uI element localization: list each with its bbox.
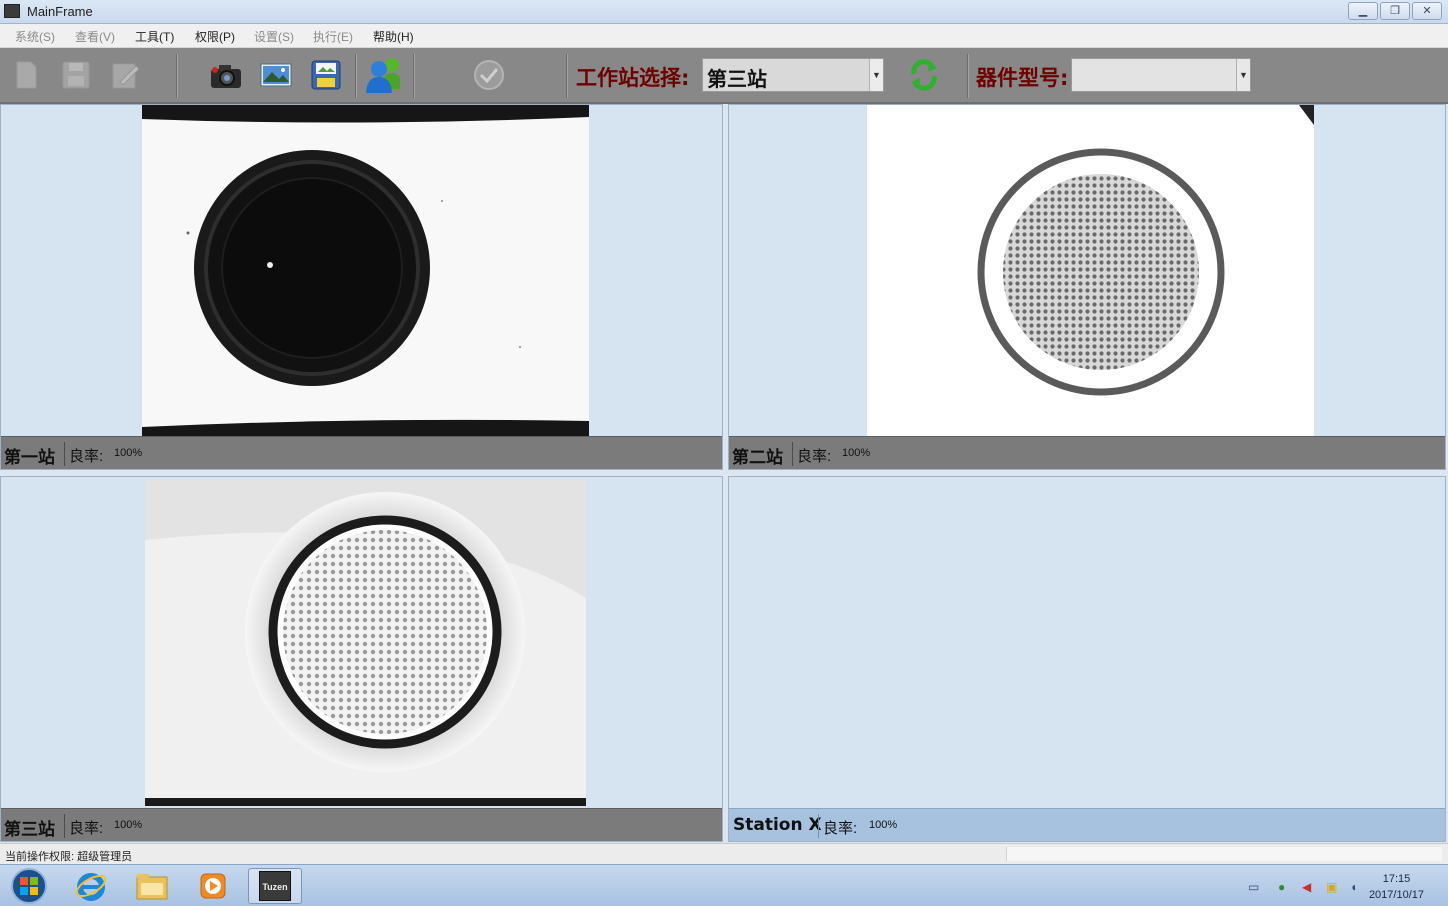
clock[interactable]: 17:15 2017/10/17 bbox=[1369, 871, 1424, 903]
station-panel-4: Station X 良率: 100% bbox=[728, 476, 1446, 842]
new-file-icon bbox=[16, 61, 37, 89]
toolbar: 工作站选择: 第三站 ▼ 器件型号: ▼ bbox=[0, 48, 1448, 104]
mesh-lens-image bbox=[867, 105, 1314, 436]
close-button[interactable]: ✕ bbox=[1412, 2, 1442, 20]
station-status-bar: 第二站 良率: 100% bbox=[729, 436, 1445, 469]
internet-explorer-icon bbox=[75, 873, 107, 901]
taskbar-file-explorer[interactable] bbox=[125, 868, 179, 904]
network-icon[interactable]: ▣ bbox=[1326, 880, 1340, 894]
keyboard-icon[interactable]: ▭ bbox=[1248, 880, 1262, 894]
users-button[interactable] bbox=[364, 58, 400, 93]
image-button[interactable] bbox=[258, 58, 294, 92]
clock-date: 2017/10/17 bbox=[1368, 889, 1424, 901]
menu-bar: 系统(S) 查看(V) 工具(T) 权限(P) 设置(S) 执行(E) 帮助(H… bbox=[0, 24, 1448, 48]
save-button[interactable] bbox=[58, 58, 94, 92]
security-shield-icon[interactable]: ● bbox=[1278, 880, 1292, 894]
speaker-alert-icon[interactable]: ◀ bbox=[1302, 880, 1316, 894]
permission-status: 当前操作权限: 超级管理员 bbox=[5, 851, 133, 863]
save-icon bbox=[62, 61, 90, 89]
station-select[interactable]: 第三站 ▼ bbox=[702, 58, 884, 92]
yield-label: 良率: bbox=[823, 820, 858, 837]
yield-value: 100% bbox=[114, 447, 143, 459]
media-player-icon bbox=[200, 873, 226, 899]
toolbar-separator bbox=[967, 54, 969, 98]
station-name: 第二站 bbox=[732, 448, 783, 468]
yield-value: 100% bbox=[869, 819, 898, 831]
menu-tools[interactable]: 工具(T) bbox=[135, 28, 174, 45]
divider bbox=[792, 442, 793, 466]
system-tray: ▭ ● ◀ ▣ ◖ 17:15 2017/10/17 bbox=[1228, 869, 1438, 903]
yield-label: 良率: bbox=[797, 448, 832, 465]
status-bar-panel bbox=[1006, 847, 1442, 861]
yield-label: 良率: bbox=[69, 820, 104, 837]
confirm-button[interactable] bbox=[471, 58, 507, 92]
dark-lens-image bbox=[142, 105, 589, 436]
toolbar-separator bbox=[355, 54, 357, 98]
menu-system[interactable]: 系统(S) bbox=[15, 28, 55, 45]
title-bar: MainFrame ▁ ❐ ✕ bbox=[0, 0, 1448, 24]
image-icon bbox=[260, 63, 292, 87]
yield-label: 良率: bbox=[69, 448, 104, 465]
taskbar: Tuzen ▭ ● ◀ ▣ ◖ 17:15 2017/10/17 bbox=[0, 864, 1448, 906]
station-panel-3: 第三站 良率: 100% bbox=[0, 476, 723, 842]
station-panel-2: 第二站 良率: 100% bbox=[728, 104, 1446, 470]
menu-help[interactable]: 帮助(H) bbox=[373, 28, 414, 45]
clock-time: 17:15 bbox=[1382, 873, 1411, 885]
minimize-button[interactable]: ▁ bbox=[1348, 2, 1378, 20]
station-status-bar: 第一站 良率: 100% bbox=[1, 436, 722, 469]
camera-icon bbox=[211, 65, 241, 88]
station-name: 第一站 bbox=[4, 448, 55, 468]
users-icon bbox=[366, 58, 400, 93]
toolbar-separator bbox=[413, 54, 415, 98]
taskbar-tuzen-app[interactable]: Tuzen bbox=[248, 868, 302, 904]
new-file-button[interactable] bbox=[8, 58, 44, 92]
chevron-down-icon[interactable]: ▼ bbox=[869, 59, 883, 91]
white-mesh-lens-image bbox=[145, 480, 586, 806]
toolbar-separator bbox=[176, 54, 178, 98]
app-icon bbox=[4, 4, 20, 18]
camera-button[interactable] bbox=[208, 58, 244, 92]
save-image-button[interactable] bbox=[308, 58, 344, 92]
station-name: 第三站 bbox=[4, 820, 55, 840]
station-select-value: 第三站 bbox=[707, 67, 767, 91]
station-status-bar: Station X 良率: 100% bbox=[729, 808, 1445, 841]
tuzen-app-label: Tuzen bbox=[262, 882, 288, 892]
save-image-icon bbox=[311, 60, 341, 90]
station-status-bar: 第三站 良率: 100% bbox=[1, 808, 722, 841]
menu-settings[interactable]: 设置(S) bbox=[254, 28, 294, 45]
taskbar-media-player[interactable] bbox=[186, 868, 240, 904]
station-select-label: 工作站选择: bbox=[576, 66, 690, 90]
edit-icon bbox=[112, 63, 140, 89]
divider bbox=[818, 814, 819, 838]
tuzen-app-icon: Tuzen bbox=[259, 871, 291, 901]
divider bbox=[64, 814, 65, 838]
divider bbox=[64, 442, 65, 466]
part-model-label: 器件型号: bbox=[976, 66, 1069, 90]
menu-permission[interactable]: 权限(P) bbox=[195, 28, 235, 45]
confirm-check-icon bbox=[474, 60, 504, 90]
refresh-icon bbox=[911, 59, 937, 91]
yield-value: 100% bbox=[114, 819, 143, 831]
window-controls: ▁ ❐ ✕ bbox=[1348, 2, 1442, 20]
edit-button[interactable] bbox=[107, 58, 143, 92]
yield-value: 100% bbox=[842, 447, 871, 459]
start-orb-icon bbox=[11, 868, 47, 904]
file-explorer-icon bbox=[136, 874, 168, 900]
part-model-select[interactable]: ▼ bbox=[1071, 58, 1251, 92]
taskbar-internet-explorer[interactable] bbox=[64, 868, 118, 904]
station-panel-1: 第一站 良率: 100% bbox=[0, 104, 723, 470]
status-bar: 当前操作权限: 超级管理员 bbox=[0, 843, 1448, 864]
menu-view[interactable]: 查看(V) bbox=[75, 28, 115, 45]
station-name: Station X bbox=[733, 815, 822, 835]
refresh-button[interactable] bbox=[906, 58, 942, 92]
volume-icon[interactable]: ◖ bbox=[1350, 880, 1364, 894]
restore-button[interactable]: ❐ bbox=[1380, 2, 1410, 20]
start-button[interactable] bbox=[2, 868, 56, 904]
chevron-down-icon[interactable]: ▼ bbox=[1236, 59, 1250, 91]
toolbar-separator bbox=[566, 54, 568, 98]
window-title: MainFrame bbox=[27, 4, 93, 19]
menu-execute[interactable]: 执行(E) bbox=[313, 28, 353, 45]
